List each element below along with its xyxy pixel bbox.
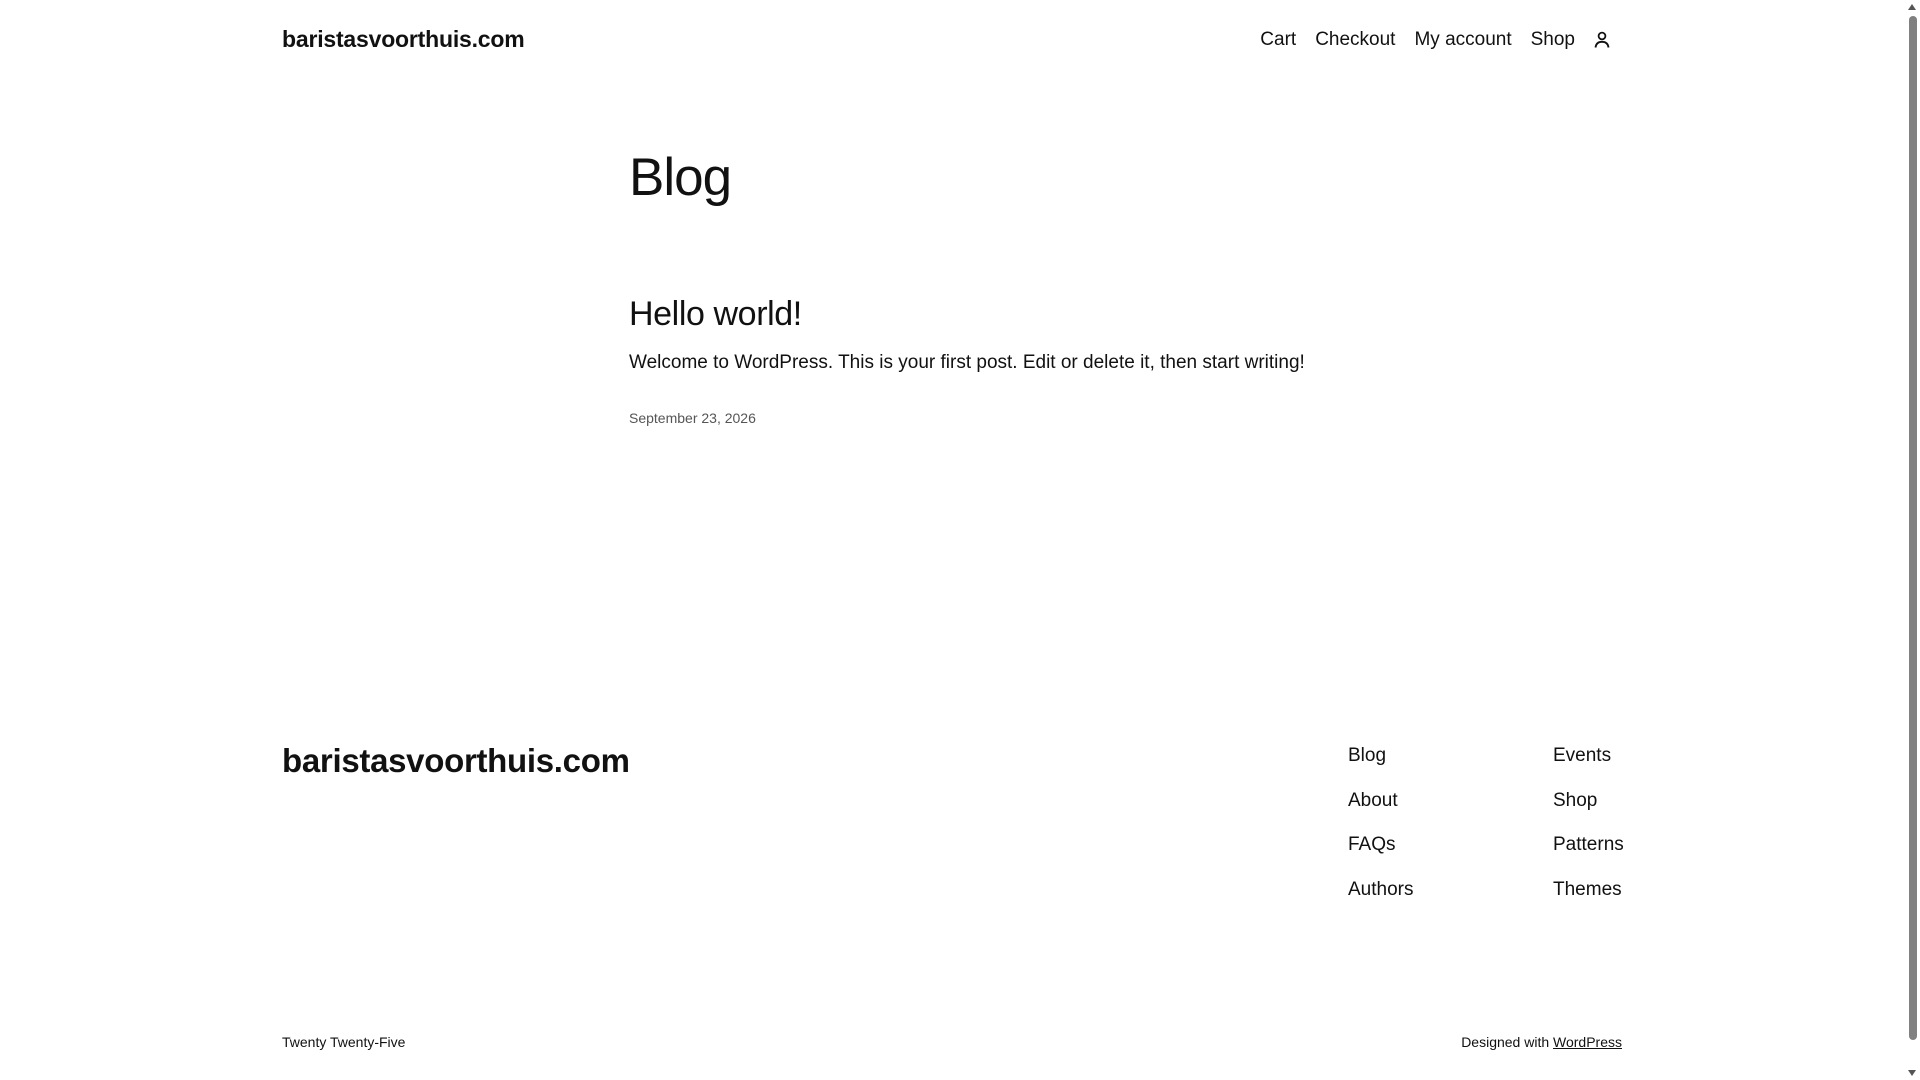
post-date[interactable]: September 23, 2026 <box>629 410 756 426</box>
footer-link-themes[interactable]: Themes <box>1553 878 1624 923</box>
nav-item-checkout[interactable]: Checkout <box>1315 29 1395 51</box>
primary-navigation: Cart Checkout My account Shop <box>1241 28 1614 52</box>
footer-link-about[interactable]: About <box>1348 789 1413 834</box>
footer-credit-prefix: Designed with <box>1461 1034 1550 1050</box>
footer-link-blog[interactable]: Blog <box>1348 744 1413 789</box>
vertical-scrollbar[interactable] <box>1905 0 1920 1080</box>
footer-link-faqs[interactable]: FAQs <box>1348 833 1413 878</box>
footer-site-title-link[interactable]: baristasvoorthuis.com <box>282 742 630 780</box>
footer-credit: Designed with WordPress <box>1461 1034 1622 1050</box>
footer-link-shop[interactable]: Shop <box>1553 789 1624 834</box>
post-excerpt: Welcome to WordPress. This is your first… <box>629 352 1305 373</box>
footer-nav-column-2: Events Shop Patterns Themes <box>1553 744 1624 922</box>
person-icon[interactable] <box>1590 28 1614 52</box>
nav-item-my-account[interactable]: My account <box>1414 29 1511 51</box>
page-title: Blog <box>629 148 732 207</box>
site-title-link[interactable]: baristasvoorthuis.com <box>282 26 525 53</box>
nav-item-cart[interactable]: Cart <box>1260 29 1296 51</box>
footer-link-events[interactable]: Events <box>1553 744 1624 789</box>
wordpress-link[interactable]: WordPress <box>1553 1034 1622 1050</box>
post-title-link[interactable]: Hello world! <box>629 295 802 334</box>
scroll-down-arrow-icon[interactable] <box>1908 1070 1916 1076</box>
scroll-up-arrow-icon[interactable] <box>1908 4 1916 10</box>
scrollbar-thumb[interactable] <box>1909 16 1917 1040</box>
nav-item-shop[interactable]: Shop <box>1531 29 1575 51</box>
footer-nav-column-1: Blog About FAQs Authors <box>1348 744 1413 922</box>
footer-theme-name: Twenty Twenty-Five <box>282 1034 406 1050</box>
page: baristasvoorthuis.com Cart Checkout My a… <box>0 0 1905 1080</box>
footer-link-authors[interactable]: Authors <box>1348 878 1413 923</box>
footer-link-patterns[interactable]: Patterns <box>1553 833 1624 878</box>
